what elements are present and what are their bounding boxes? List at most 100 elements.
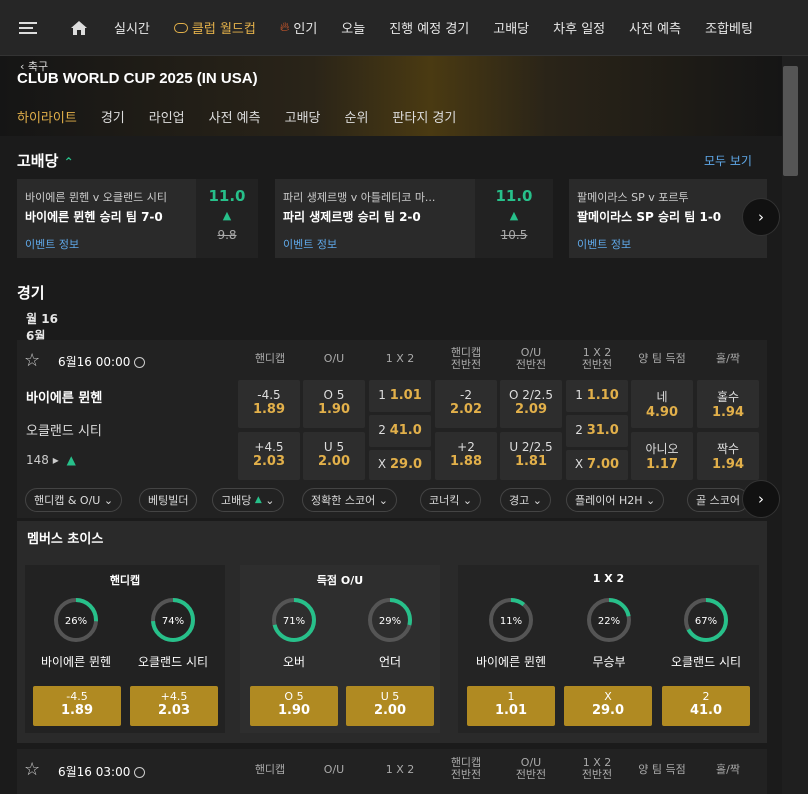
away-team[interactable]: 오클랜드 시티: [26, 420, 102, 439]
chevron-down-icon: ⌄: [462, 493, 473, 507]
odds-button[interactable]: 2 31.0: [566, 415, 628, 447]
scrollbar[interactable]: [782, 56, 808, 794]
filter-player-h2h[interactable]: 플레이어 H2H ⌄: [566, 488, 665, 512]
see-all-link[interactable]: 모두 보기: [704, 152, 752, 169]
high-odds-card[interactable]: 바이에른 뮌헨 v 오클랜드 시티 바이에른 뮌헨 승리 팀 7-0 이벤트 정…: [17, 179, 258, 258]
col-header-ou-1h: O/U 전반전: [515, 346, 547, 371]
card-body: 파리 생제르맹 v 아틀레티코 마... 파리 생제르맹 승리 팀 2-0 이벤…: [275, 179, 475, 258]
odds-button[interactable]: O 5 1.90: [303, 380, 365, 428]
tab-fantasy[interactable]: 판타지 경기: [392, 107, 456, 126]
odds-button[interactable]: O 5 1.90: [250, 686, 338, 726]
col-header-1x2-1h: 1 X 2 전반전: [581, 756, 613, 781]
filters-next-button[interactable]: ›: [742, 480, 780, 518]
odds-button[interactable]: +4.5 2.03: [130, 686, 218, 726]
odds-button[interactable]: X 7.00: [566, 450, 628, 480]
trophy-icon: [173, 22, 188, 33]
nav-item-high-odds[interactable]: 고배당: [481, 18, 541, 37]
double-chevron-up-icon: ⌃: [63, 155, 74, 169]
tab-matches[interactable]: 경기: [101, 107, 125, 126]
games-title: 경기: [17, 284, 45, 302]
nav-item-live[interactable]: 실시간: [102, 18, 162, 37]
odds-button[interactable]: +2 1.88: [435, 432, 497, 480]
col-header-odd-even: 홀/짝: [716, 352, 740, 365]
card-odds[interactable]: 11.0 ▲ 10.5: [475, 179, 553, 258]
nav-item-predictions[interactable]: 사전 예측: [617, 18, 693, 37]
percentage-gauge: 22%: [586, 597, 632, 643]
competition-header: ‹ 축구 CLUB WORLD CUP 2025 (IN USA) 하이라이트 …: [0, 56, 782, 136]
card-match: 팔메이라스 SP v 포르투: [577, 191, 689, 204]
odds-button[interactable]: 네 4.90: [631, 380, 693, 428]
odds-button[interactable]: 홀수 1.94: [697, 380, 759, 428]
event-info-link[interactable]: 이벤트 정보: [283, 236, 337, 252]
odds-button[interactable]: 아니오 1.17: [631, 432, 693, 480]
col-header-1x2: 1 X 2: [385, 763, 415, 776]
event-info-link[interactable]: 이벤트 정보: [25, 236, 79, 252]
scrollbar-thumb[interactable]: [783, 66, 798, 176]
nav-item-combo-bet[interactable]: 조합베팅: [693, 18, 765, 37]
chevron-right-icon: ›: [758, 490, 764, 508]
odds-label: O 5: [284, 690, 304, 703]
odds-button[interactable]: 2 41.0: [662, 686, 750, 726]
filter-bet-builder[interactable]: 베팅빌더: [139, 488, 198, 512]
percentage-gauge: 26%: [53, 597, 99, 643]
card-match: 파리 생제르맹 v 아틀레티코 마...: [283, 191, 436, 204]
odds-button[interactable]: 2 41.0: [369, 415, 431, 447]
event-info-link[interactable]: 이벤트 정보: [577, 236, 631, 252]
odds-value: 41.0: [689, 703, 723, 718]
filter-high-odds[interactable]: 고배당 ▲ ⌄: [212, 488, 284, 512]
odds-button[interactable]: 1 1.10: [566, 380, 628, 412]
card-body: 바이에른 뮌헨 v 오클랜드 시티 바이에른 뮌헨 승리 팀 7-0 이벤트 정…: [17, 179, 196, 258]
odds-button[interactable]: -4.5 1.89: [238, 380, 300, 428]
odds-button[interactable]: -4.5 1.89: [33, 686, 121, 726]
odds-value: 1.90: [277, 703, 311, 718]
tab-lineup[interactable]: 라인업: [149, 107, 185, 126]
col-header-1x2: 1 X 2: [385, 352, 415, 365]
favorite-star-icon[interactable]: ☆: [24, 759, 40, 780]
odds-button[interactable]: 짝수 1.94: [697, 432, 759, 480]
home-icon[interactable]: [56, 20, 102, 36]
card-odds[interactable]: 11.0 ▲ 9.8: [196, 179, 258, 258]
odds-button[interactable]: X 29.0: [369, 450, 431, 480]
nav-item-schedule[interactable]: 차후 일정: [541, 18, 617, 37]
odds-button[interactable]: -2 2.02: [435, 380, 497, 428]
col-header-odd-even: 홀/짝: [716, 763, 740, 776]
filter-handicap-ou[interactable]: 핸디캡 & O/U ⌄: [25, 488, 123, 512]
favorite-star-icon[interactable]: ☆: [24, 350, 40, 371]
odds-button[interactable]: U 2/2.5 1.81: [500, 432, 562, 480]
gauge-percent: 29%: [379, 616, 401, 627]
filter-exact-score[interactable]: 정확한 스코어 ⌄: [302, 488, 397, 512]
high-odds-card[interactable]: 팔메이라스 SP v 포르투 팔메이라스 SP 승리 팀 1-0 이벤트 정보: [569, 179, 767, 258]
selection-name: 오클랜드 시티: [137, 655, 209, 669]
home-team[interactable]: 바이에른 뮌헨: [26, 387, 102, 406]
filter-goal-scorer[interactable]: 골 스코어: [687, 488, 749, 512]
selection-name: 바이에른 뮌헨: [40, 655, 112, 669]
odds-button[interactable]: O 2/2.5 2.09: [500, 380, 562, 428]
odds-button[interactable]: 1 1.01: [369, 380, 431, 412]
more-markets-link[interactable]: 148 ▸ ▲: [26, 453, 76, 467]
odds-value: 2.03: [157, 703, 191, 718]
nav-item-today[interactable]: 오늘: [329, 18, 377, 37]
odds-button[interactable]: 1 1.01: [467, 686, 555, 726]
tab-standings[interactable]: 순위: [345, 107, 369, 126]
chevron-down-icon: ⌄: [103, 493, 114, 507]
nav-item-upcoming[interactable]: 진행 예정 경기: [377, 18, 481, 37]
tab-highlights[interactable]: 하이라이트: [17, 107, 77, 126]
odds-button[interactable]: +4.5 2.03: [238, 432, 300, 480]
hamburger-menu-icon[interactable]: [0, 21, 56, 35]
odds-button[interactable]: X 29.0: [564, 686, 652, 726]
nav-item-club-world-cup[interactable]: 클럽 월드컵: [162, 18, 268, 37]
percentage-gauge: 29%: [367, 597, 413, 643]
nav-item-popular[interactable]: 🔥︎ 인기: [268, 18, 329, 37]
tab-predictions[interactable]: 사전 예측: [209, 107, 261, 126]
high-odds-card[interactable]: 파리 생제르맹 v 아틀레티코 마... 파리 생제르맹 승리 팀 2-0 이벤…: [275, 179, 553, 258]
tab-high-odds[interactable]: 고배당: [285, 107, 321, 126]
odds-button[interactable]: U 5 2.00: [346, 686, 434, 726]
odds-button[interactable]: U 5 2.00: [303, 432, 365, 480]
filter-cards[interactable]: 경고 ⌄: [500, 488, 551, 512]
carousel-next-button[interactable]: ›: [742, 198, 780, 236]
filter-corners[interactable]: 코너킥 ⌄: [420, 488, 482, 512]
odds-value: 2.00: [373, 703, 407, 718]
card-selection: 바이에른 뮌헨 승리 팀 7-0: [25, 210, 163, 224]
odds-label: +4.5: [160, 690, 188, 703]
gauge-percent: 74%: [162, 616, 184, 627]
